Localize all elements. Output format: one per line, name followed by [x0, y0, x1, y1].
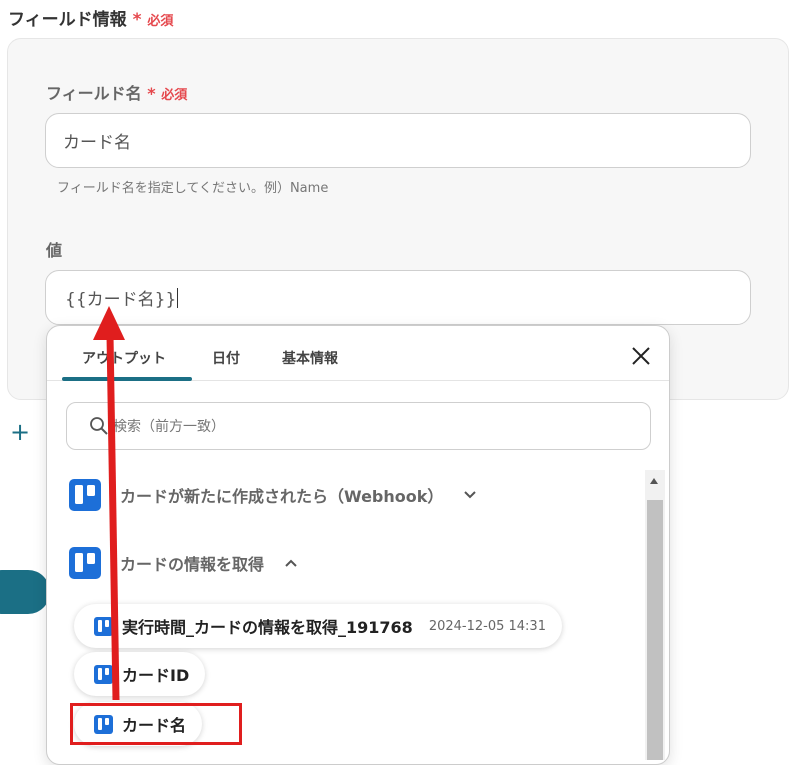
- annotation-arrow: [93, 306, 125, 701]
